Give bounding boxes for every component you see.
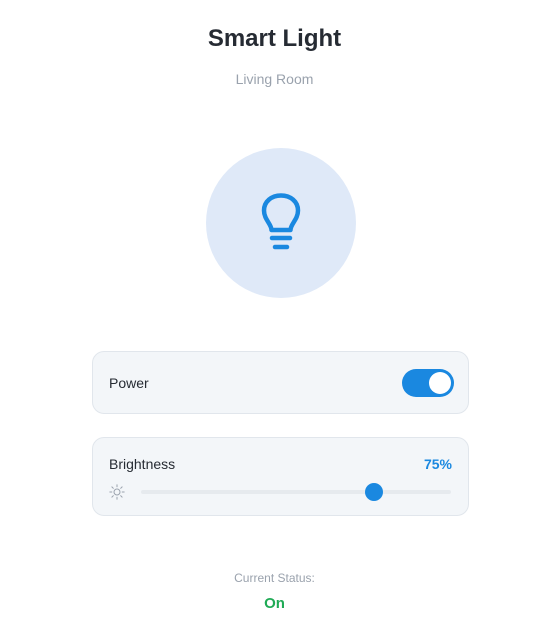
status-label: Current Status:	[234, 571, 315, 585]
slider-track	[141, 490, 451, 494]
page-title: Smart Light	[207, 25, 342, 52]
power-toggle[interactable]	[402, 369, 454, 397]
room-subtitle: Living Room	[235, 71, 314, 87]
slider-thumb[interactable]	[364, 483, 383, 501]
bulb-indicator	[206, 148, 356, 298]
sun-icon	[109, 484, 125, 500]
brightness-label: Brightness	[109, 456, 176, 472]
brightness-card: Brightness 75%	[92, 437, 469, 516]
power-card: Power	[92, 351, 469, 414]
brightness-value: 75%	[423, 456, 452, 472]
toggle-knob	[429, 372, 451, 394]
lightbulb-icon	[261, 193, 301, 250]
power-label: Power	[109, 375, 149, 391]
smart-light-panel: Smart Light Living Room Power Brightness…	[0, 0, 549, 621]
status-value: On	[264, 595, 285, 612]
brightness-slider[interactable]	[141, 483, 451, 501]
